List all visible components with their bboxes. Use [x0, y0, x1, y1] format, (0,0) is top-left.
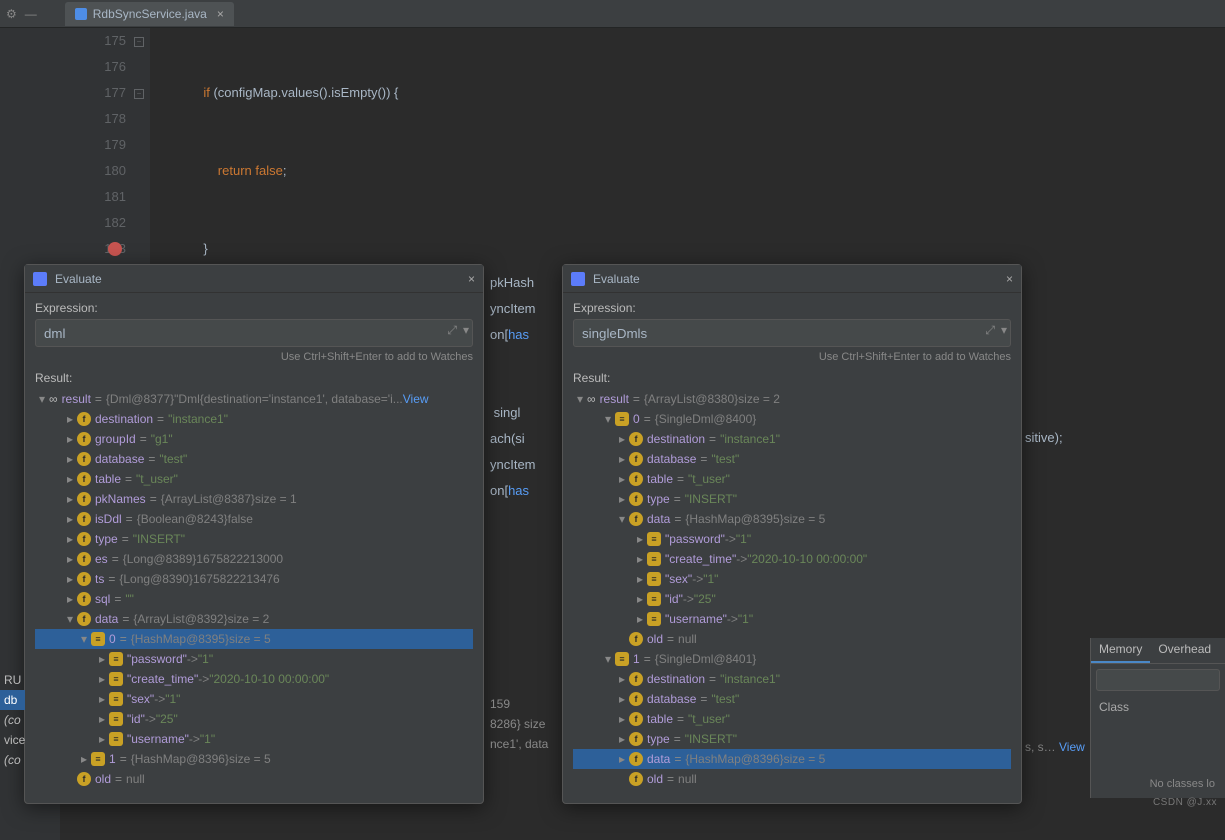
left-debug-fragment: RU db (co vice (co [0, 670, 25, 770]
dialog-titlebar[interactable]: Evaluate × [25, 265, 483, 293]
tree-row[interactable]: ▸≡"username" -> "1" [573, 609, 1011, 629]
tree-row[interactable]: ▸fdestination="instance1" [35, 409, 473, 429]
tree-row[interactable]: ▸ftype="INSERT" [35, 529, 473, 549]
tree-row[interactable]: ▸≡"sex" -> "1" [35, 689, 473, 709]
intellij-icon [33, 272, 47, 286]
tree-row[interactable]: ▸fdata={HashMap@8396} size = 5 [573, 749, 1011, 769]
fold-marker[interactable]: − [134, 89, 144, 99]
no-classes-text: No classes lo [1142, 774, 1223, 794]
background-code: s, s… View [1025, 740, 1085, 754]
tree-row: fold=null [35, 769, 473, 789]
tab-filename: RdbSyncService.java [93, 7, 207, 21]
close-icon[interactable]: × [468, 272, 475, 286]
result-tree[interactable]: ▾∞result={ArrayList@8380} size = 2 ▾≡0={… [573, 389, 1011, 789]
tree-row[interactable]: ▸fpkNames={ArrayList@8387} size = 1 [35, 489, 473, 509]
tab-memory[interactable]: Memory [1091, 638, 1150, 663]
tree-row[interactable]: ▸≡"create_time" -> "2020-10-10 00:00:00" [35, 669, 473, 689]
memory-panel: Memory Overhead Class No classes lo [1090, 638, 1225, 798]
title-bar: ⚙ — RdbSyncService.java × [0, 0, 1225, 28]
memory-search-input[interactable] [1096, 669, 1220, 691]
class-column-header: Class [1091, 696, 1225, 718]
tree-row: ▾≡0={HashMap@8395} size = 5 [35, 629, 473, 649]
tree-row[interactable]: ▸≡"password" -> "1" [573, 529, 1011, 549]
dialog-titlebar[interactable]: Evaluate × [563, 265, 1021, 293]
tree-row: ▾∞result={Dml@8377} "Dml{destination='in… [35, 389, 473, 409]
tree-row[interactable]: ▸fdatabase="test" [35, 449, 473, 469]
tree-row: fold=null [573, 629, 1011, 649]
tree-row[interactable]: ▸≡"username" -> "1" [35, 729, 473, 749]
expression-label: Expression: [35, 301, 473, 315]
close-icon[interactable]: × [1006, 272, 1013, 286]
close-tab-icon[interactable]: × [217, 7, 224, 21]
tree-row: fold=null [573, 769, 1011, 789]
java-file-icon [75, 8, 87, 20]
mid-debug-fragment: 159 8286} size nce1', data [490, 694, 548, 754]
line-number-gutter: 175 176 177 178 179 180 181 182 183 [60, 28, 150, 268]
hint-text: Use Ctrl+Shift+Enter to add to Watches [573, 351, 1011, 363]
fold-marker[interactable]: − [134, 37, 144, 47]
tree-row[interactable]: ▸fdestination="instance1" [573, 669, 1011, 689]
chevron-down-icon[interactable]: ▾ [1001, 323, 1007, 338]
tree-row[interactable]: ▸≡"sex" -> "1" [573, 569, 1011, 589]
expression-input[interactable] [35, 319, 473, 347]
expression-label: Expression: [573, 301, 1011, 315]
chevron-down-icon[interactable]: ▾ [463, 323, 469, 338]
tree-row[interactable]: ▸ftype="INSERT" [573, 729, 1011, 749]
code-area[interactable]: if (configMap.values().isEmpty()) { retu… [150, 28, 1225, 268]
result-tree[interactable]: ▾∞result={Dml@8377} "Dml{destination='in… [35, 389, 473, 789]
tree-row[interactable]: ▸fdatabase="test" [573, 689, 1011, 709]
tree-row[interactable]: ▾fdata={ArrayList@8392} size = 2 [35, 609, 473, 629]
tree-row[interactable]: ▸≡"id" -> "25" [35, 709, 473, 729]
tree-row[interactable]: ▸fgroupId="g1" [35, 429, 473, 449]
hint-text: Use Ctrl+Shift+Enter to add to Watches [35, 351, 473, 363]
dialog-title: Evaluate [593, 272, 640, 286]
breakpoint-icon[interactable] [108, 242, 122, 256]
result-label: Result: [573, 371, 1011, 385]
tree-row[interactable]: ▸≡"create_time" -> "2020-10-10 00:00:00" [573, 549, 1011, 569]
tree-row: ▾≡1={SingleDml@8401} [573, 649, 1011, 669]
tree-row: ▾∞result={ArrayList@8380} size = 2 [573, 389, 1011, 409]
tree-row[interactable]: ▸ftable="t_user" [35, 469, 473, 489]
tree-row[interactable]: ▸ftable="t_user" [573, 709, 1011, 729]
evaluate-dialog-right: Evaluate × Expression: ⤢ ▾ Use Ctrl+Shift… [562, 264, 1022, 804]
expand-icon[interactable]: ⤢ [447, 323, 457, 338]
intellij-icon [571, 272, 585, 286]
tree-row[interactable]: ▸fts={Long@8390} 1675822213476 [35, 569, 473, 589]
evaluate-dialog-left: Evaluate × Expression: ⤢ ▾ Use Ctrl+Shift… [24, 264, 484, 804]
gear-icon[interactable]: ⚙ [6, 7, 17, 21]
tree-row[interactable]: ▸fsql="" [35, 589, 473, 609]
tree-row[interactable]: ▸fisDdl={Boolean@8243} false [35, 509, 473, 529]
tab-overhead[interactable]: Overhead [1150, 638, 1219, 663]
tree-row[interactable]: ▸≡"password" -> "1" [35, 649, 473, 669]
result-label: Result: [35, 371, 473, 385]
expand-icon[interactable]: ⤢ [985, 323, 995, 338]
background-code: sitive); [1025, 430, 1063, 446]
tree-row[interactable]: ▸fdestination="instance1" [573, 429, 1011, 449]
minimize-icon[interactable]: — [25, 7, 37, 21]
tree-row[interactable]: ▸fes={Long@8389} 1675822213000 [35, 549, 473, 569]
editor-tab[interactable]: RdbSyncService.java × [65, 2, 234, 26]
watermark: CSDN @J.xx [1153, 797, 1217, 808]
tree-row: ▾≡0={SingleDml@8400} [573, 409, 1011, 429]
tree-row[interactable]: ▸ftype="INSERT" [573, 489, 1011, 509]
dialog-title: Evaluate [55, 272, 102, 286]
expression-input[interactable] [573, 319, 1011, 347]
tree-row[interactable]: ▸ftable="t_user" [573, 469, 1011, 489]
tree-row[interactable]: ▸fdatabase="test" [573, 449, 1011, 469]
tree-row: ▸≡1={HashMap@8396} size = 5 [35, 749, 473, 769]
tree-row[interactable]: ▸≡"id" -> "25" [573, 589, 1011, 609]
background-code: pkHash yncItem on[has singl ach(si yncIt… [490, 270, 536, 504]
code-editor[interactable]: 175 176 177 178 179 180 181 182 183 − − … [60, 28, 1225, 268]
tree-row[interactable]: ▾fdata={HashMap@8395} size = 5 [573, 509, 1011, 529]
